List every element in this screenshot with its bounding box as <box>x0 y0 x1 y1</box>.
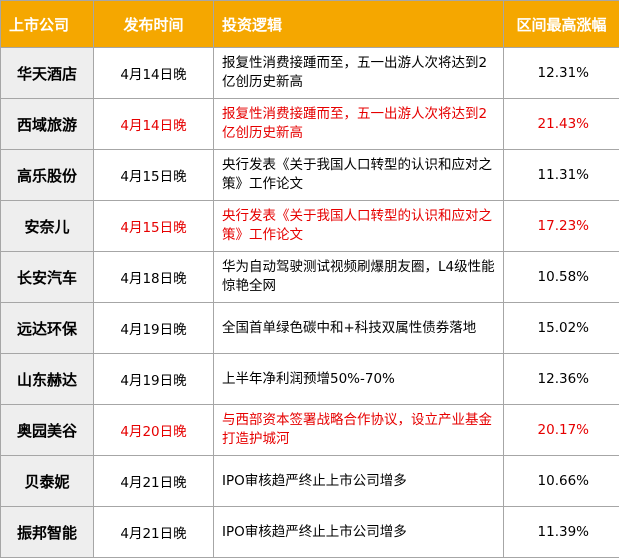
table-row: 山东赫达4月19日晚上半年净利润预增50%-70%12.36% <box>1 354 619 405</box>
company-cell: 振邦智能 <box>1 507 94 558</box>
header-company: 上市公司 <box>1 1 94 48</box>
logic-cell: 华为自动驾驶测试视频刷爆朋友圈，L4级性能惊艳全网 <box>214 252 504 303</box>
company-cell: 长安汽车 <box>1 252 94 303</box>
table-header-row: 上市公司 发布时间 投资逻辑 区间最高涨幅 <box>1 1 619 48</box>
stock-table: 上市公司 发布时间 投资逻辑 区间最高涨幅 华天酒店4月14日晚报复性消费接踵而… <box>0 0 619 558</box>
rise-cell: 15.02% <box>504 303 619 354</box>
logic-cell: 报复性消费接踵而至，五一出游人次将达到2亿创历史新高 <box>214 99 504 150</box>
company-cell: 奥园美谷 <box>1 405 94 456</box>
table-row: 奥园美谷4月20日晚与西部资本签署战略合作协议，设立产业基金打造护城河20.17… <box>1 405 619 456</box>
date-cell: 4月20日晚 <box>94 405 214 456</box>
rise-cell: 10.66% <box>504 456 619 507</box>
date-cell: 4月21日晚 <box>94 507 214 558</box>
logic-cell: IPO审核趋严终止上市公司增多 <box>214 507 504 558</box>
table-row: 华天酒店4月14日晚报复性消费接踵而至，五一出游人次将达到2亿创历史新高12.3… <box>1 48 619 99</box>
rise-cell: 12.31% <box>504 48 619 99</box>
company-cell: 远达环保 <box>1 303 94 354</box>
rise-cell: 11.39% <box>504 507 619 558</box>
logic-cell: IPO审核趋严终止上市公司增多 <box>214 456 504 507</box>
table-row: 贝泰妮4月21日晚IPO审核趋严终止上市公司增多10.66% <box>1 456 619 507</box>
date-cell: 4月14日晚 <box>94 48 214 99</box>
rise-cell: 12.36% <box>504 354 619 405</box>
date-cell: 4月15日晚 <box>94 201 214 252</box>
table-row: 振邦智能4月21日晚IPO审核趋严终止上市公司增多11.39% <box>1 507 619 558</box>
rise-cell: 11.31% <box>504 150 619 201</box>
logic-cell: 与西部资本签署战略合作协议，设立产业基金打造护城河 <box>214 405 504 456</box>
header-date: 发布时间 <box>94 1 214 48</box>
logic-cell: 上半年净利润预增50%-70% <box>214 354 504 405</box>
company-cell: 贝泰妮 <box>1 456 94 507</box>
logic-cell: 报复性消费接踵而至，五一出游人次将达到2亿创历史新高 <box>214 48 504 99</box>
rise-cell: 21.43% <box>504 99 619 150</box>
company-cell: 山东赫达 <box>1 354 94 405</box>
logic-cell: 央行发表《关于我国人口转型的认识和应对之策》工作论文 <box>214 201 504 252</box>
table-row: 西域旅游4月14日晚报复性消费接踵而至，五一出游人次将达到2亿创历史新高21.4… <box>1 99 619 150</box>
header-rise: 区间最高涨幅 <box>504 1 619 48</box>
rise-cell: 10.58% <box>504 252 619 303</box>
date-cell: 4月21日晚 <box>94 456 214 507</box>
table-row: 安奈儿4月15日晚央行发表《关于我国人口转型的认识和应对之策》工作论文17.23… <box>1 201 619 252</box>
header-logic: 投资逻辑 <box>214 1 504 48</box>
company-cell: 华天酒店 <box>1 48 94 99</box>
rise-cell: 17.23% <box>504 201 619 252</box>
table-row: 高乐股份4月15日晚央行发表《关于我国人口转型的认识和应对之策》工作论文11.3… <box>1 150 619 201</box>
company-cell: 高乐股份 <box>1 150 94 201</box>
company-cell: 安奈儿 <box>1 201 94 252</box>
date-cell: 4月19日晚 <box>94 354 214 405</box>
company-cell: 西域旅游 <box>1 99 94 150</box>
date-cell: 4月18日晚 <box>94 252 214 303</box>
logic-cell: 央行发表《关于我国人口转型的认识和应对之策》工作论文 <box>214 150 504 201</box>
table-row: 长安汽车4月18日晚华为自动驾驶测试视频刷爆朋友圈，L4级性能惊艳全网10.58… <box>1 252 619 303</box>
logic-cell: 全国首单绿色碳中和+科技双属性债券落地 <box>214 303 504 354</box>
date-cell: 4月19日晚 <box>94 303 214 354</box>
date-cell: 4月15日晚 <box>94 150 214 201</box>
rise-cell: 20.17% <box>504 405 619 456</box>
table-body: 华天酒店4月14日晚报复性消费接踵而至，五一出游人次将达到2亿创历史新高12.3… <box>1 48 619 558</box>
table-row: 远达环保4月19日晚全国首单绿色碳中和+科技双属性债券落地15.02% <box>1 303 619 354</box>
date-cell: 4月14日晚 <box>94 99 214 150</box>
